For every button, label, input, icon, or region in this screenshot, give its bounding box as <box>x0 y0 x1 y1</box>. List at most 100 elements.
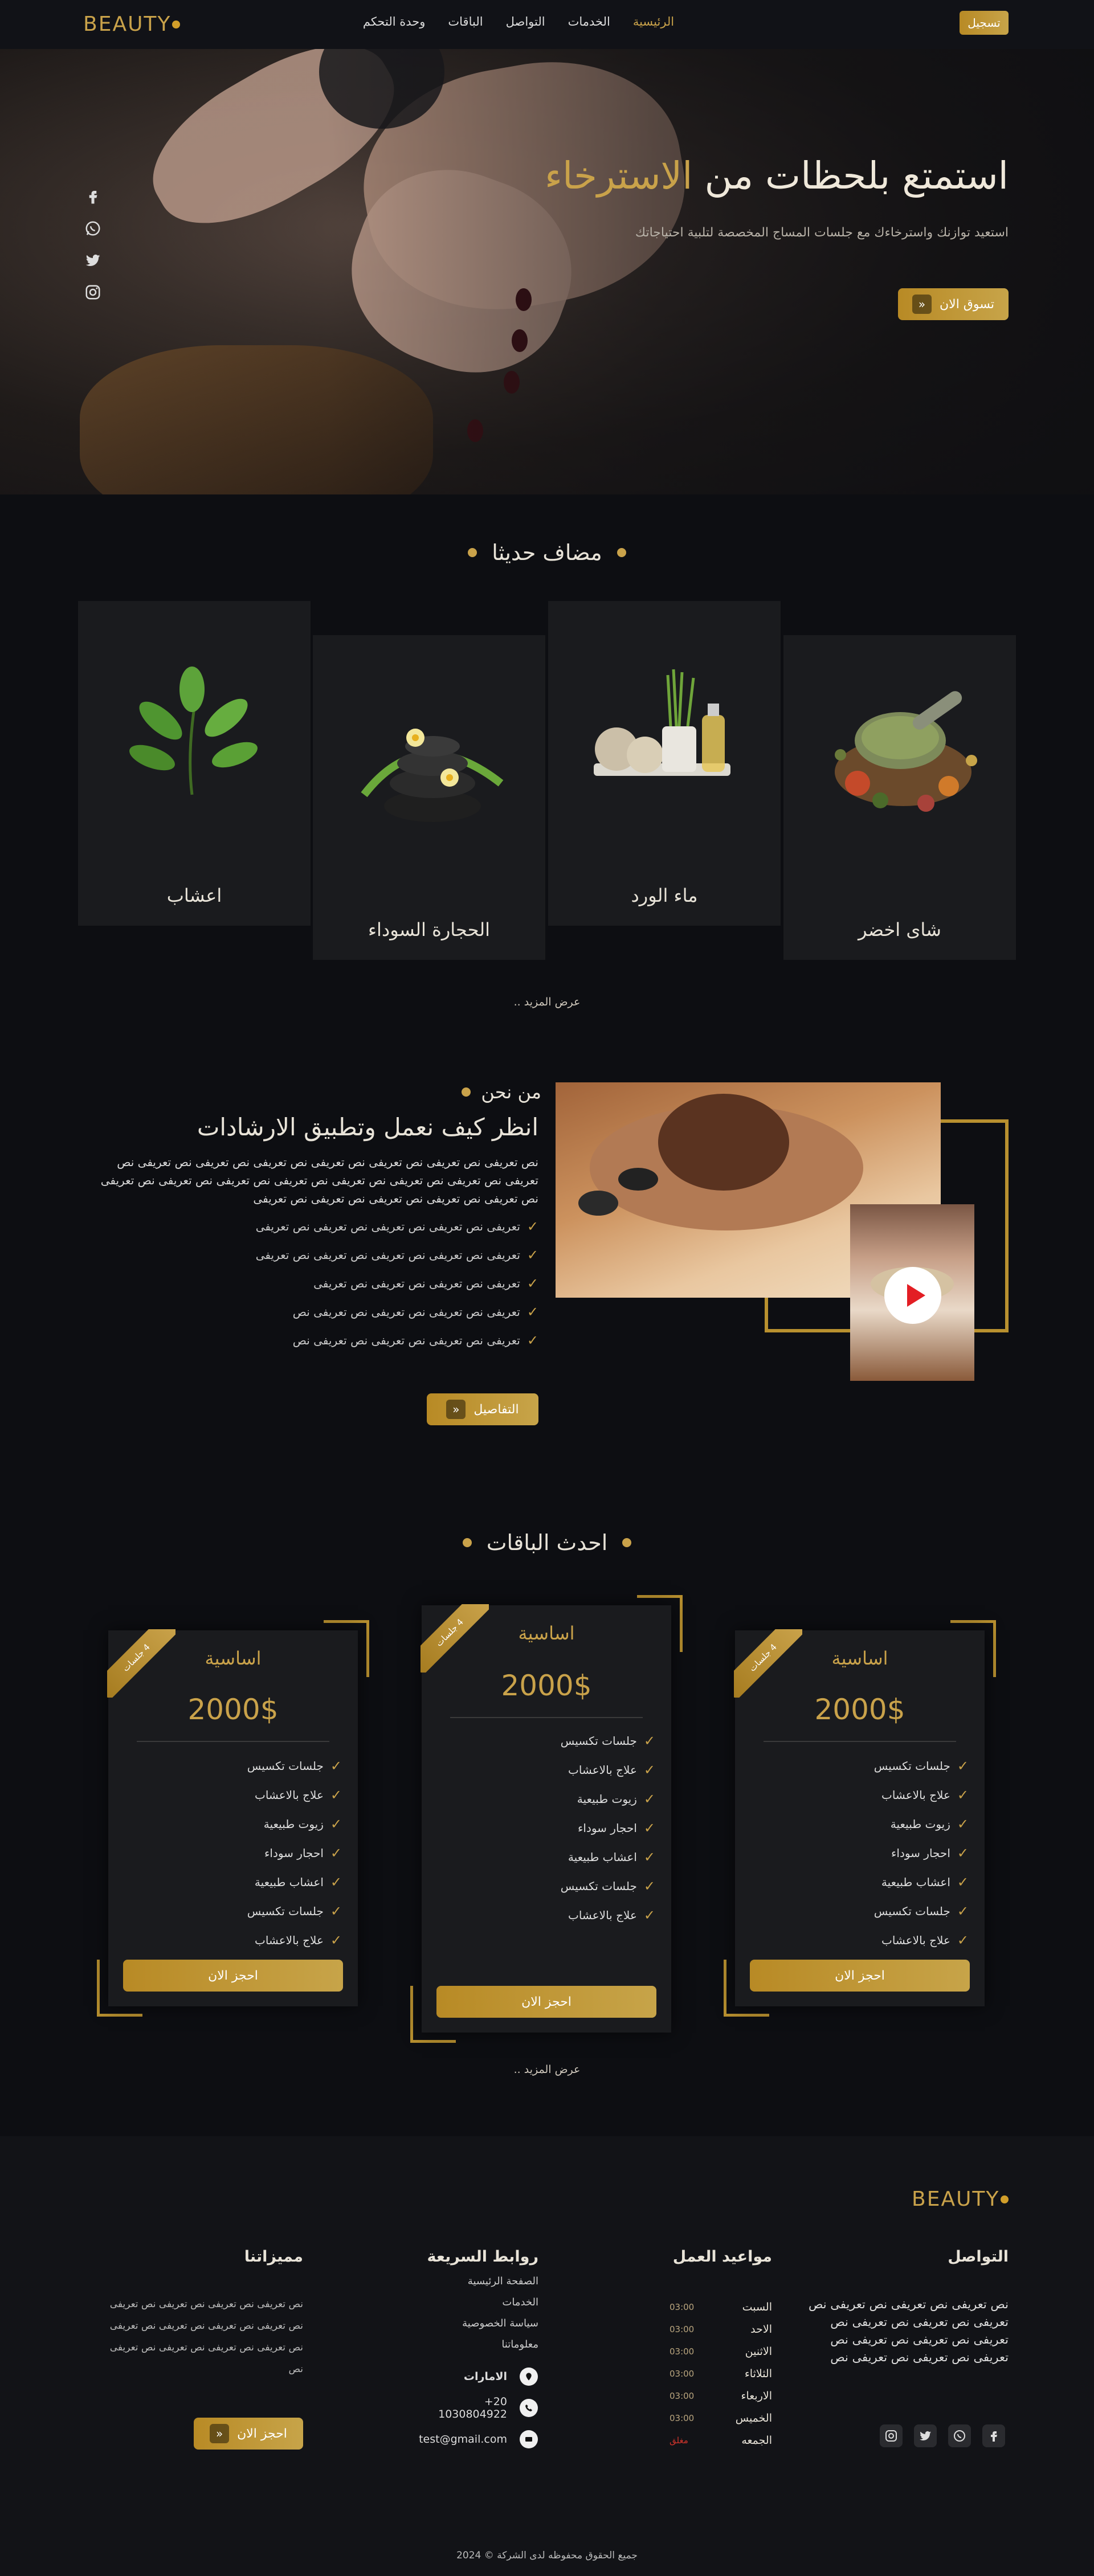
phone-icon <box>520 2398 538 2417</box>
double-chevron-icon: « <box>210 2424 230 2443</box>
package-name: اساسية <box>205 1647 262 1669</box>
facebook-icon[interactable] <box>982 2424 1005 2447</box>
hero-section <box>0 49 1094 494</box>
product-label: اعشاب <box>166 885 222 906</box>
instagram-icon[interactable] <box>880 2424 903 2447</box>
footer-book-now-button[interactable]: احجز الان « <box>194 2418 303 2450</box>
footer-logo[interactable]: BEAUTY <box>912 2187 1009 2211</box>
footer-contact-text: نص تعريفى نص تعريفى نص تعريفى نص تعريفى … <box>809 2297 1009 2364</box>
book-now-button[interactable]: احجز الان <box>436 1986 656 2018</box>
hours-row: السبت 03:00 <box>670 2300 772 2313</box>
footer-link[interactable]: معلوماتنا <box>462 2338 538 2360</box>
double-chevron-icon: « <box>912 295 932 314</box>
facebook-icon[interactable] <box>84 188 101 205</box>
register-button[interactable]: تسجيل <box>960 11 1009 35</box>
book-now-button[interactable]: احجز الان <box>750 1960 970 1992</box>
book-now-button[interactable]: احجز الان <box>123 1960 343 1992</box>
hours-row: الثلاثاء 03:00 <box>670 2367 772 2380</box>
package-card: 4 جلسات اساسية 2000$ ✓ جلسات تكسيس ✓ علاج … <box>421 1604 671 2033</box>
black-stones-image <box>361 729 504 822</box>
footer-features-title: مميزاتنا <box>244 2248 303 2266</box>
nav-link-services[interactable]: الخدمات <box>568 15 610 28</box>
package-name: اساسية <box>518 1622 575 1644</box>
list-item: ✓ تعريفى نص تعريفى نص تعريفى نص تعريفى <box>313 1275 538 1291</box>
product-label: شاى اخضر <box>858 919 941 941</box>
working-hours: السبت 03:00 الاحد 03:00 الاثنين 03:00 الثلا… <box>670 2296 772 2451</box>
footer-features-text: نص تعريفى نص تعريفى نص تعريفى نص تعريفى … <box>109 2299 303 2375</box>
twitter-icon[interactable] <box>914 2424 937 2447</box>
packages-view-more-link[interactable]: عرض المزيد .. <box>0 2063 1094 2076</box>
footer-hours-title: مواعيد العمل <box>672 2248 772 2266</box>
shop-now-button[interactable]: تسوق الان « <box>898 288 1009 320</box>
phone-number[interactable]: +20 1030804922 <box>416 2395 507 2420</box>
rose-water-image <box>594 669 730 776</box>
list-item: ✓ تعريفى نص تعريفى نص تعريفى نص تعريفى نص <box>292 1304 538 1320</box>
footer-link[interactable]: الصفحة الرئيسية <box>462 2275 538 2296</box>
hours-row: الاربعاء 03:00 <box>670 2389 772 2402</box>
package-card: 4 جلسات اساسية 2000$ ✓ جلسات تكسيس ✓ علاج … <box>107 1629 358 2006</box>
product-card-black-stones[interactable]: الحجارة السوداء <box>313 635 545 960</box>
hero-social-links <box>84 188 101 301</box>
whatsapp-icon[interactable] <box>948 2424 971 2447</box>
footer-link[interactable]: سياسة الخصوصية <box>462 2317 538 2338</box>
site-logo[interactable]: BEAUTY <box>83 13 181 36</box>
recent-section-title: مضاف حديثا <box>0 540 1094 565</box>
play-icon[interactable] <box>884 1267 941 1324</box>
check-icon: ✓ <box>526 1247 538 1263</box>
details-button[interactable]: التفاصيل « <box>427 1393 538 1425</box>
product-card-herbs[interactable]: اعشاب <box>78 601 311 926</box>
double-chevron-icon: « <box>446 1400 466 1419</box>
check-icon: ✓ <box>526 1275 538 1291</box>
instagram-icon[interactable] <box>84 284 101 301</box>
nav-link-packages[interactable]: الباقات <box>448 15 483 28</box>
hours-row: الخميس 03:00 <box>670 2411 772 2424</box>
twitter-icon[interactable] <box>84 252 101 269</box>
package-features: ✓ جلسات تكسيس ✓ علاج بالاعشاب ✓ زيوت طبيعية… <box>247 1757 342 1948</box>
package-features: ✓ جلسات تكسيس ✓ علاج بالاعشاب ✓ زيوت طبيعية… <box>873 1757 969 1948</box>
hours-row: الاثنين 03:00 <box>670 2345 772 2358</box>
location-icon <box>520 2367 538 2386</box>
about-video-thumbnail[interactable] <box>850 1204 974 1381</box>
list-item: ✓ تعريفى نص تعريفى نص تعريفى نص تعريفى نص… <box>255 1247 538 1263</box>
product-card-green-tea[interactable]: شاى اخضر <box>783 635 1016 960</box>
list-item: ✓ تعريفى نص تعريفى نص تعريفى نص تعريفى نص <box>292 1332 538 1348</box>
hero-subtitle: استعيد توازنك واسترخاءك مع جلسات المساج … <box>635 226 1009 240</box>
product-label: الحجارة السوداء <box>368 919 490 941</box>
emirates-label: الامارات <box>463 2370 507 2383</box>
package-price: 2000$ <box>187 1693 279 1726</box>
package-card: 4 جلسات اساسية 2000$ ✓ جلسات تكسيس ✓ علاج … <box>734 1629 985 2006</box>
recent-view-more-link[interactable]: عرض المزيد .. <box>0 996 1094 1008</box>
package-price: 2000$ <box>814 1693 905 1726</box>
nav-links: الرئيسية الخدمات التواصل الباقات وحدة ال… <box>359 15 678 28</box>
nav-link-home[interactable]: الرئيسية <box>633 15 674 28</box>
package-features: ✓ جلسات تكسيس ✓ علاج بالاعشاب ✓ زيوت طبيعية… <box>560 1732 655 1923</box>
hours-row: الاحد 03:00 <box>670 2323 772 2336</box>
footer-links-title: روابط السريعة <box>427 2248 538 2266</box>
copyright: جميع الحقوق محفوظه لدى الشركة © 2024 <box>456 2550 638 2561</box>
hours-row: الجمعه مغلق <box>670 2434 772 2447</box>
product-label: ماء الورد <box>631 885 698 906</box>
whatsapp-icon[interactable] <box>84 220 101 237</box>
check-icon: ✓ <box>526 1219 538 1234</box>
packages-section-title: احدث الباقات <box>0 1530 1094 1555</box>
nav-link-contact[interactable]: التواصل <box>506 15 545 28</box>
email-address[interactable]: test@gmail.com <box>416 2433 507 2446</box>
product-card-rose-water[interactable]: ماء الورد <box>548 601 781 926</box>
footer-link[interactable]: الخدمات <box>462 2296 538 2317</box>
about-eyebrow: من نحن <box>462 1081 541 1103</box>
email-icon <box>520 2430 538 2448</box>
list-item: ✓ تعريفى نص تعريفى نص تعريفى نص تعريفى نص… <box>255 1219 538 1234</box>
green-tea-image <box>835 691 977 812</box>
herbs-image <box>129 667 258 795</box>
footer-contact-title: التواصل <box>948 2248 1009 2266</box>
about-description: نص تعريفى نص تعريفى نص تعريفى نص تعريفى … <box>100 1155 538 1205</box>
nav-link-dashboard[interactable]: وحدة التحكم <box>363 15 426 28</box>
top-navbar: BEAUTY الرئيسية الخدمات التواصل الباقات … <box>0 0 1094 49</box>
package-price: 2000$ <box>501 1669 592 1702</box>
hero-title: استمتع بلحظات من الاسترخاء <box>544 154 1009 198</box>
check-icon: ✓ <box>526 1304 538 1320</box>
package-name: اساسية <box>831 1647 888 1669</box>
about-title: انظر كيف نعمل وتطبيق الارشادات <box>197 1113 538 1141</box>
footer-contact-info: الامارات +20 1030804922 test@gmail.com <box>416 2361 538 2455</box>
about-feature-list: ✓ تعريفى نص تعريفى نص تعريفى نص تعريفى نص… <box>256 1212 538 1355</box>
